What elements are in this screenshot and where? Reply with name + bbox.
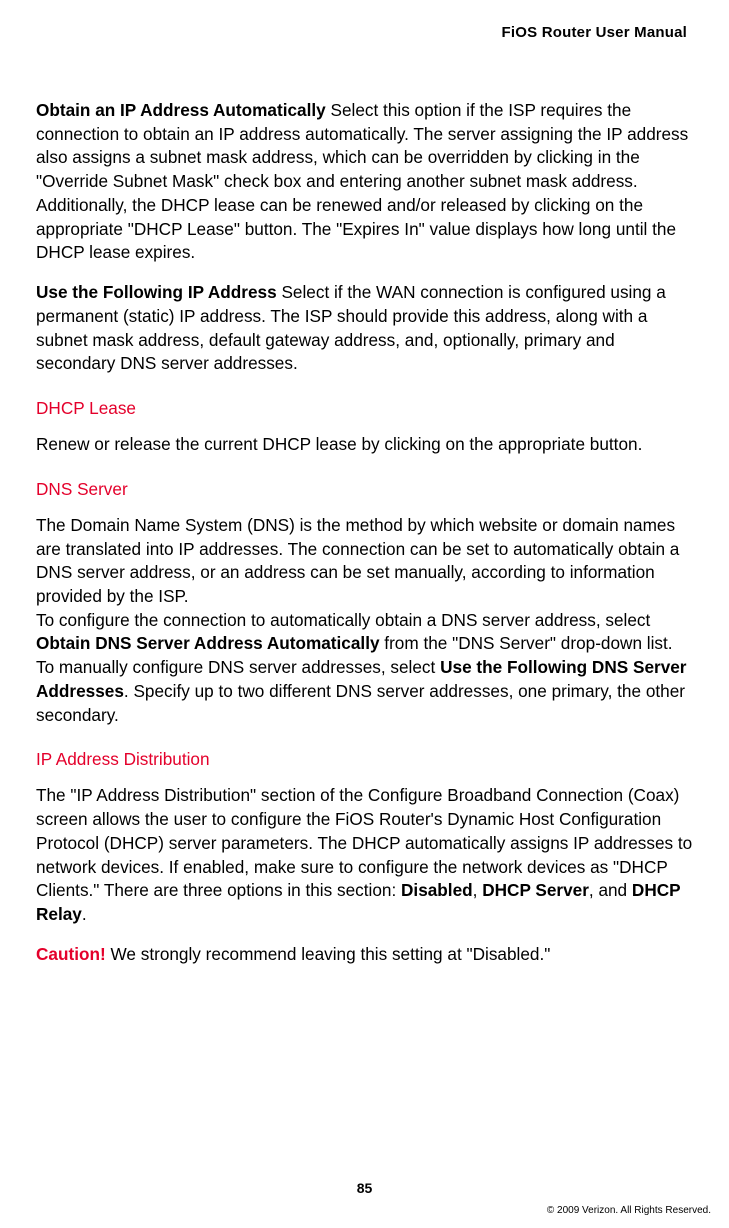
bold-lead-obtain-ip: Obtain an IP Address Automatically: [36, 100, 326, 120]
page-number: 85: [0, 1180, 729, 1196]
paragraph-dns-server-2: To configure the connection to automatic…: [36, 609, 693, 728]
paragraph-ip-distribution: The "IP Address Distribution" section of…: [36, 784, 693, 926]
paragraph-use-following: Use the Following IP Address Select if t…: [36, 281, 693, 376]
paragraph-dns-server-1: The Domain Name System (DNS) is the meth…: [36, 514, 693, 609]
text-obtain-ip: Select this option if the ISP requires t…: [36, 100, 688, 262]
ipdist-bold-dhcp-server: DHCP Server: [482, 880, 589, 900]
dns-p2-pre: To configure the connection to automatic…: [36, 610, 650, 630]
heading-dhcp-lease: DHCP Lease: [36, 398, 693, 419]
page-content: FiOS Router User Manual Obtain an IP Add…: [0, 0, 729, 967]
paragraph-obtain-ip: Obtain an IP Address Automatically Selec…: [36, 99, 693, 265]
document-header-title: FiOS Router User Manual: [36, 24, 693, 41]
ipdist-bold-disabled: Disabled: [401, 880, 473, 900]
bold-lead-use-following: Use the Following IP Address: [36, 282, 277, 302]
heading-dns-server: DNS Server: [36, 479, 693, 500]
caution-text: We strongly recommend leaving this setti…: [106, 944, 551, 964]
ipdist-sep1: ,: [473, 880, 483, 900]
ipdist-sep2: , and: [589, 880, 632, 900]
heading-ip-distribution: IP Address Distribution: [36, 749, 693, 770]
dns-p2-end: . Specify up to two different DNS server…: [36, 681, 685, 725]
copyright-text: © 2009 Verizon. All Rights Reserved.: [547, 1205, 711, 1216]
dns-p2-bold1: Obtain DNS Server Address Automatically: [36, 633, 380, 653]
ipdist-end: .: [82, 904, 87, 924]
paragraph-caution: Caution! We strongly recommend leaving t…: [36, 943, 693, 967]
paragraph-dhcp-lease: Renew or release the current DHCP lease …: [36, 433, 693, 457]
caution-label: Caution!: [36, 944, 106, 964]
